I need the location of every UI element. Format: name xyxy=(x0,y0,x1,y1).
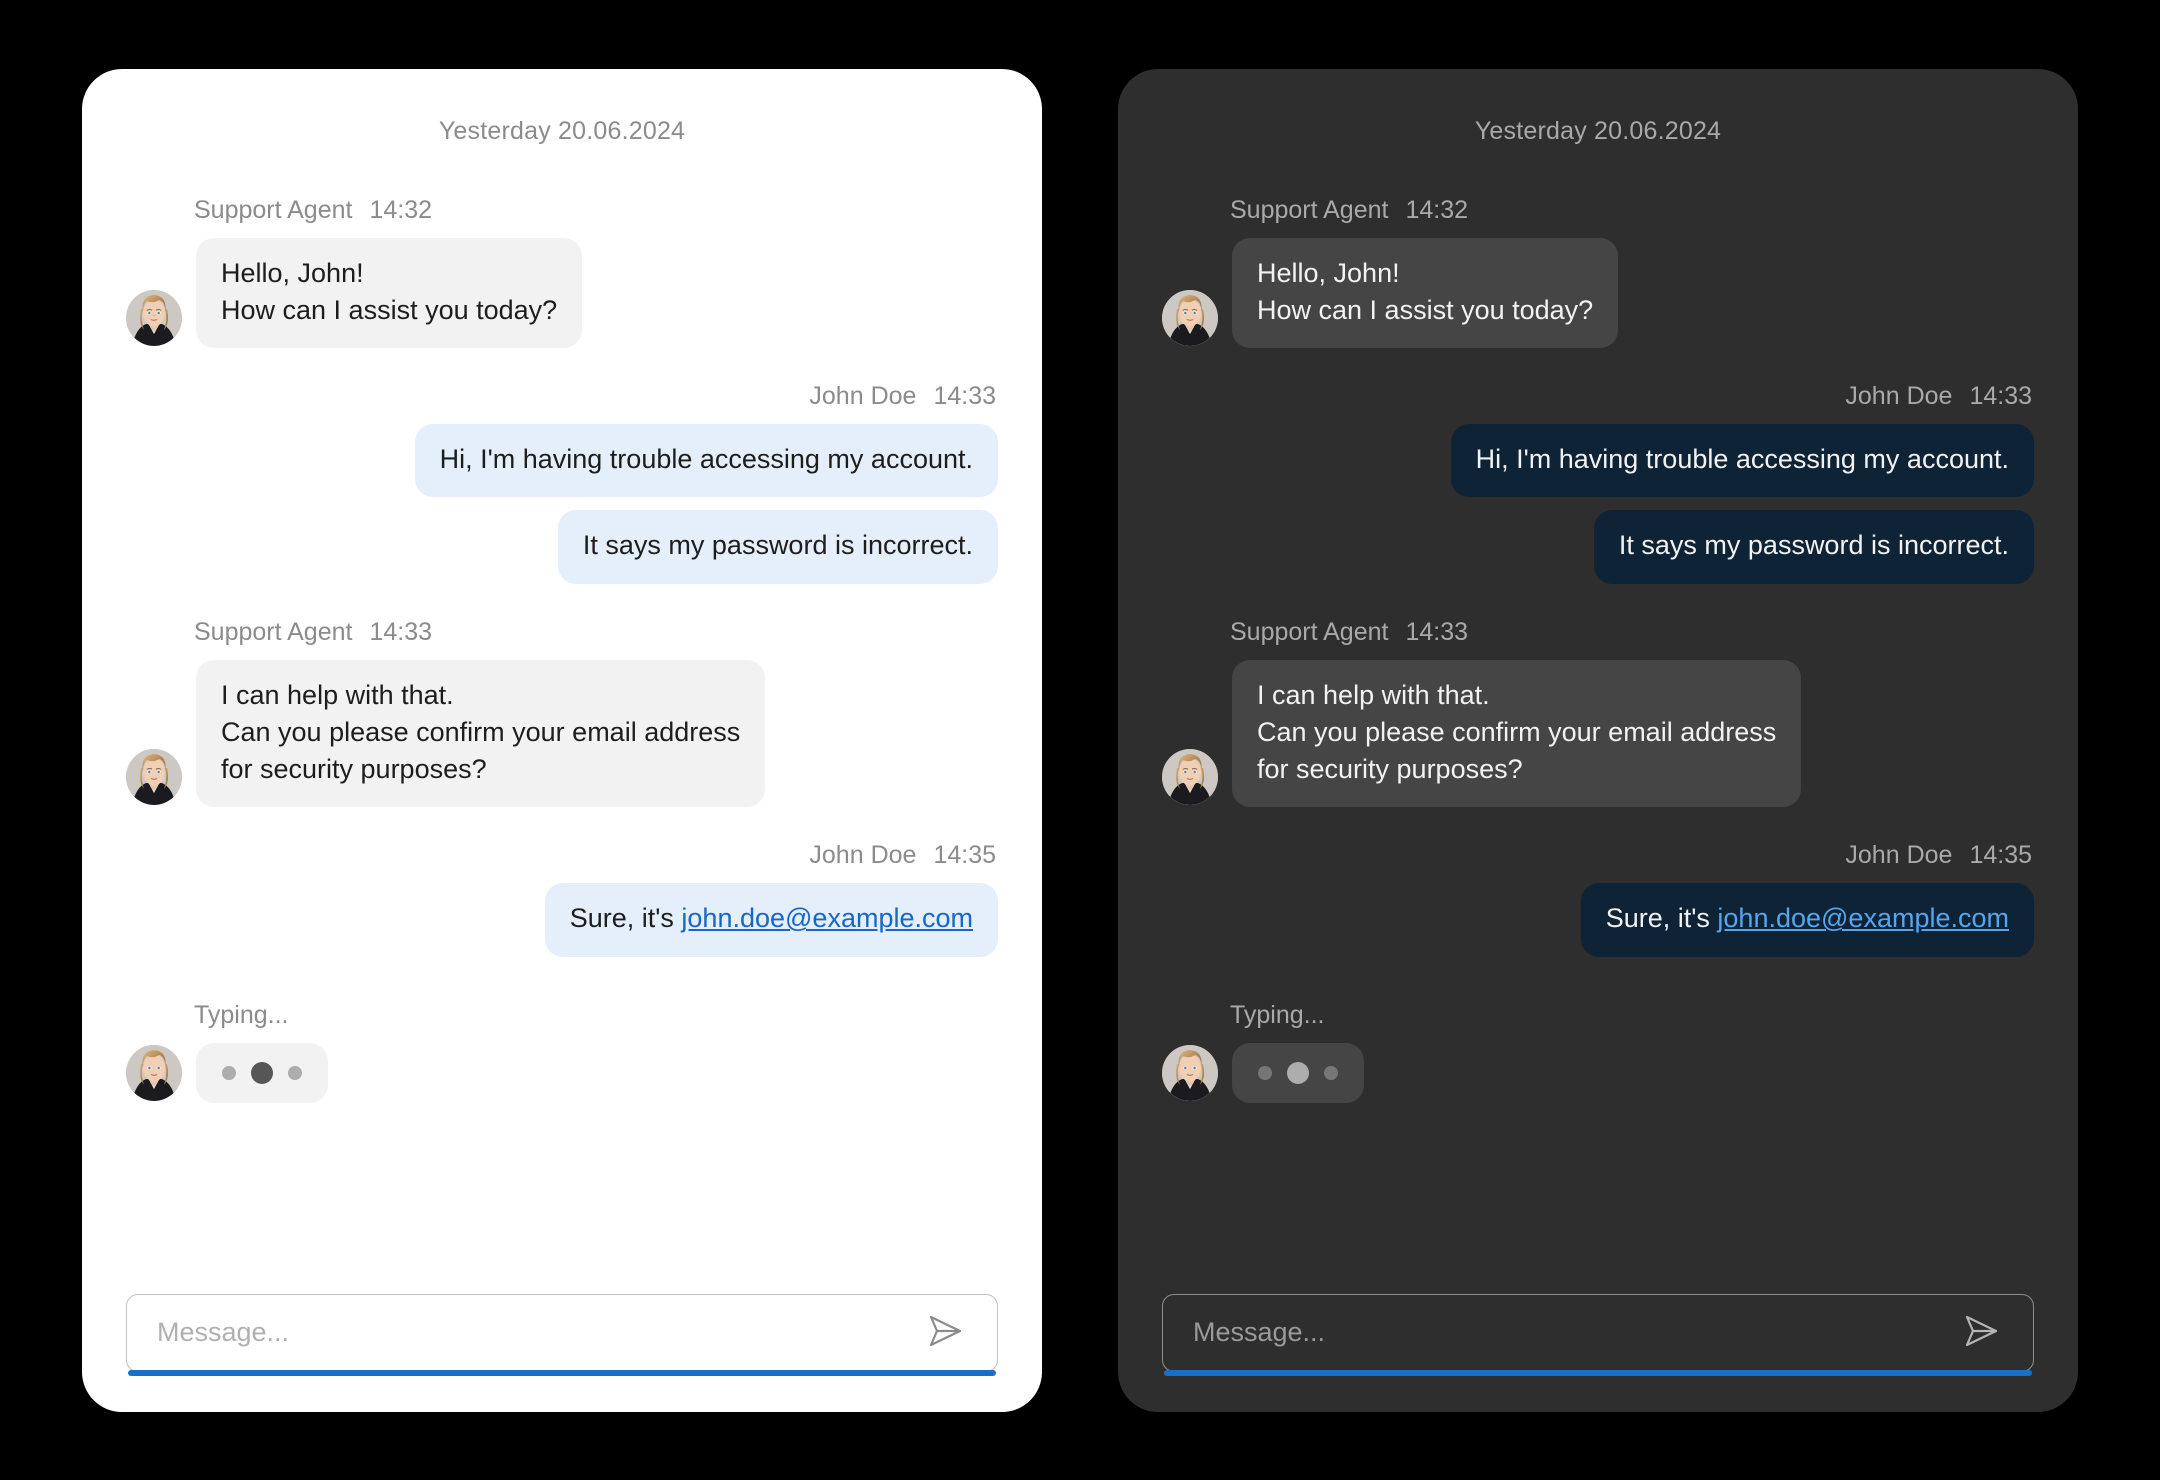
message-group-user-2: John Doe 14:35 Sure, it's john.doe@examp… xyxy=(1162,841,2034,957)
typing-dot-1 xyxy=(222,1065,236,1080)
message-meta: Support Agent 14:33 xyxy=(126,618,998,647)
message-time: 14:33 xyxy=(369,617,433,646)
message-input[interactable] xyxy=(1193,1317,1955,1348)
sender-name: Support Agent xyxy=(1230,617,1389,646)
typing-indicator-group: Typing... xyxy=(126,1001,998,1103)
message-group-agent-1: Support Agent 14:32 Hello, John! How can… xyxy=(1162,196,2034,348)
sender-name: Support Agent xyxy=(1230,195,1389,224)
message-meta: Support Agent 14:33 xyxy=(1162,618,2034,647)
message-thread[interactable]: Yesterday 20.06.2024 Support Agent 14:32 xyxy=(126,105,998,1260)
message-group-user-2: John Doe 14:35 Sure, it's john.doe@examp… xyxy=(126,841,998,957)
typing-label: Typing... xyxy=(194,1000,289,1029)
message-bubble[interactable]: It says my password is incorrect. xyxy=(557,510,998,584)
message-bubble[interactable]: It says my password is incorrect. xyxy=(1593,510,2034,584)
typing-dot-3 xyxy=(288,1065,302,1080)
email-link[interactable]: john.doe@example.com xyxy=(1717,903,2009,933)
message-bubble[interactable]: I can help with that. Can you please con… xyxy=(196,659,766,808)
typing-dot-2 xyxy=(1287,1061,1309,1084)
message-bubble[interactable]: I can help with that. Can you please con… xyxy=(1232,659,1802,808)
message-group-user-1: John Doe 14:33 Hi, I'm having trouble ac… xyxy=(126,382,998,584)
support-agent-avatar-icon xyxy=(1162,749,1218,806)
typing-bubble xyxy=(1232,1042,1364,1103)
typing-meta: Typing... xyxy=(126,1001,998,1030)
message-input[interactable] xyxy=(157,1317,919,1348)
send-paper-plane-icon xyxy=(1961,1313,2001,1352)
email-link[interactable]: john.doe@example.com xyxy=(681,903,973,933)
sender-name: John Doe xyxy=(809,841,917,870)
typing-label: Typing... xyxy=(1230,1000,1325,1029)
support-agent-avatar-icon xyxy=(1162,1044,1218,1101)
message-meta: John Doe 14:35 xyxy=(1845,841,2034,870)
sender-name: John Doe xyxy=(809,382,917,410)
chat-panel-light: Yesterday 20.06.2024 Support Agent 14:32 xyxy=(82,68,1042,1412)
screenshot-root: Yesterday 20.06.2024 Support Agent 14:32 xyxy=(0,0,2160,1480)
support-agent-avatar-icon xyxy=(126,749,182,806)
composer-focus-underline xyxy=(128,1369,996,1376)
composer-focus-underline xyxy=(1164,1369,2032,1376)
send-button[interactable] xyxy=(919,1310,971,1356)
date-divider: Yesterday 20.06.2024 xyxy=(1474,116,1722,145)
message-time: 14:33 xyxy=(1969,382,2032,410)
typing-indicator-group: Typing... xyxy=(1162,1001,2034,1103)
message-bubble[interactable]: Hello, John! How can I assist you today? xyxy=(196,237,583,348)
message-composer xyxy=(126,1293,998,1376)
message-bubble[interactable]: Hi, I'm having trouble accessing my acco… xyxy=(414,424,998,498)
message-time: 14:35 xyxy=(933,841,996,870)
message-bubble[interactable]: Sure, it's john.doe@example.com xyxy=(1580,883,2034,957)
support-agent-avatar-icon xyxy=(126,1044,182,1101)
typing-bubble xyxy=(196,1042,328,1103)
typing-meta: Typing... xyxy=(1162,1001,2034,1030)
composer-box[interactable] xyxy=(126,1293,998,1372)
typing-dot-3 xyxy=(1324,1065,1338,1080)
message-text: Sure, it's xyxy=(1605,903,1718,934)
date-divider: Yesterday 20.06.2024 xyxy=(438,116,686,145)
message-text: Sure, it's xyxy=(569,903,682,934)
message-time: 14:32 xyxy=(369,195,433,224)
message-meta: John Doe 14:33 xyxy=(1845,382,2034,411)
composer-box[interactable] xyxy=(1162,1293,2034,1372)
message-meta: John Doe 14:33 xyxy=(809,382,998,411)
typing-dot-2 xyxy=(251,1061,273,1084)
typing-dot-1 xyxy=(1258,1065,1272,1080)
message-composer xyxy=(1162,1293,2034,1376)
message-time: 14:35 xyxy=(1969,841,2032,870)
message-group-agent-1: Support Agent 14:32 Hello, John! How can… xyxy=(126,196,998,348)
message-group-user-1: John Doe 14:33 Hi, I'm having trouble ac… xyxy=(1162,382,2034,584)
message-time: 14:33 xyxy=(933,382,996,410)
message-bubble[interactable]: Sure, it's john.doe@example.com xyxy=(544,883,998,957)
message-meta: Support Agent 14:32 xyxy=(1162,196,2034,225)
message-group-agent-2: Support Agent 14:33 I can help with that… xyxy=(126,618,998,808)
sender-name: Support Agent xyxy=(194,617,353,646)
sender-name: John Doe xyxy=(1845,841,1953,870)
support-agent-avatar-icon xyxy=(126,290,182,346)
message-thread[interactable]: Yesterday 20.06.2024 Support Agent 14:32 xyxy=(1162,105,2034,1260)
message-time: 14:32 xyxy=(1405,195,1469,224)
sender-name: Support Agent xyxy=(194,195,353,224)
support-agent-avatar-icon xyxy=(1162,290,1218,346)
message-meta: John Doe 14:35 xyxy=(809,841,998,870)
message-bubble[interactable]: Hi, I'm having trouble accessing my acco… xyxy=(1450,424,2034,498)
sender-name: John Doe xyxy=(1845,382,1953,410)
send-paper-plane-icon xyxy=(925,1313,965,1352)
message-group-agent-2: Support Agent 14:33 I can help with that… xyxy=(1162,618,2034,808)
message-time: 14:33 xyxy=(1405,617,1469,646)
chat-panel-dark: Yesterday 20.06.2024 Support Agent 14:32 xyxy=(1118,68,2078,1412)
send-button[interactable] xyxy=(1955,1310,2007,1356)
message-bubble[interactable]: Hello, John! How can I assist you today? xyxy=(1232,237,1619,348)
message-meta: Support Agent 14:32 xyxy=(126,196,998,225)
